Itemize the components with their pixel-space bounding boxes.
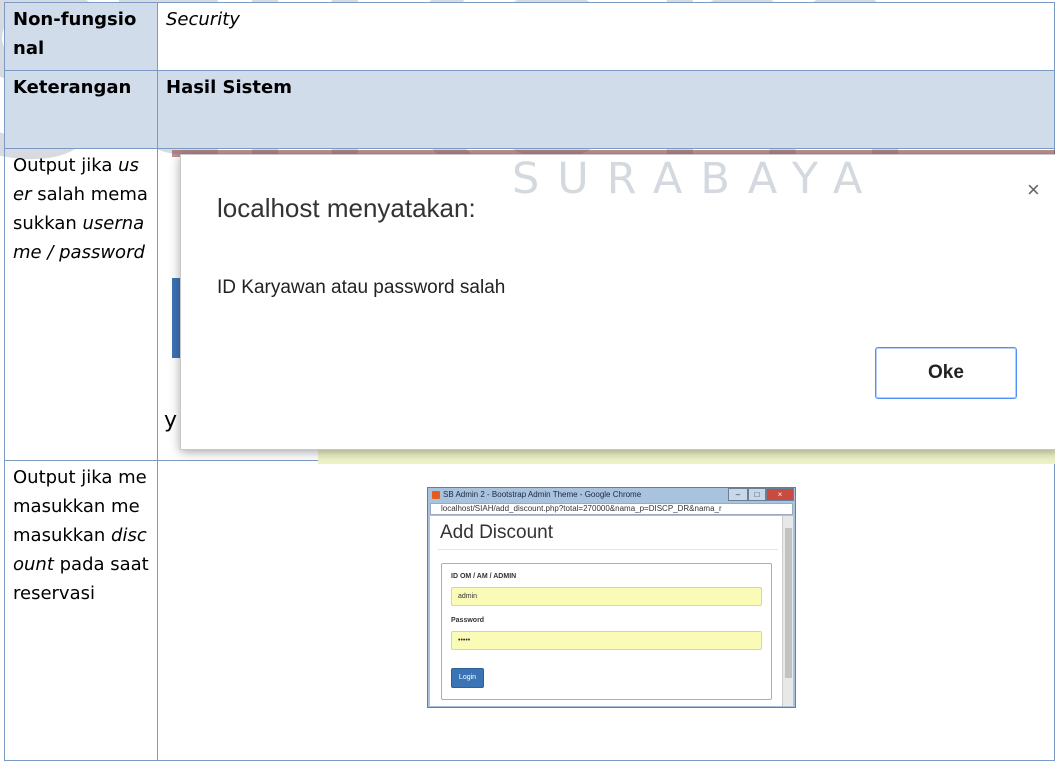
dialog-message: ID Karyawan atau password salah: [217, 277, 506, 298]
subheader-label: Keterangan: [4, 70, 158, 149]
header-row: Non-fungsional Security: [4, 2, 1055, 71]
login-button[interactable]: Login: [451, 668, 484, 688]
divider: [438, 549, 778, 550]
alert-dialog: localhost menyatakan: × ID Karyawan atau…: [180, 154, 1055, 450]
login-panel: ID OM / AM / ADMIN admin Password ••••• …: [441, 563, 772, 700]
chrome-app-icon: [432, 491, 440, 499]
row-description: Output jika user salah memasukkan userna…: [4, 148, 158, 461]
dialog-title: localhost menyatakan:: [217, 193, 476, 223]
page-content: Add Discount ID OM / AM / ADMIN admin Pa…: [430, 516, 782, 706]
id-label: ID OM / AM / ADMIN: [451, 573, 517, 580]
ok-button[interactable]: Oke: [875, 347, 1017, 399]
window-title: SB Admin 2 - Bootstrap Admin Theme - Goo…: [443, 490, 642, 499]
row-description: Output jika memasukkan memasukkan discou…: [4, 460, 158, 761]
password-input[interactable]: •••••: [451, 631, 762, 650]
header-value: Security: [157, 2, 1055, 71]
close-icon[interactable]: ×: [1027, 177, 1040, 203]
minimize-icon[interactable]: –: [728, 488, 748, 501]
browser-window: SB Admin 2 - Bootstrap Admin Theme - Goo…: [427, 487, 796, 708]
desc-text: Output jika: [13, 155, 119, 176]
subheader-row: Keterangan Hasil Sistem: [4, 70, 1055, 149]
password-label: Password: [451, 617, 485, 624]
background-text: y: [164, 408, 178, 433]
address-bar[interactable]: localhost/SIAH/add_discount.php?total=27…: [430, 503, 793, 515]
alert-screenshot: y localhost menyatakan: × ID Karyawan at…: [158, 150, 1055, 464]
page-title: Add Discount: [440, 522, 554, 543]
scrollbar-thumb[interactable]: [785, 528, 792, 678]
maximize-icon[interactable]: □: [748, 488, 766, 501]
scrollbar[interactable]: [782, 516, 793, 706]
window-titlebar: SB Admin 2 - Bootstrap Admin Theme - Goo…: [428, 488, 795, 503]
subheader-value: Hasil Sistem: [157, 70, 1055, 149]
close-icon[interactable]: ×: [766, 488, 794, 501]
header-label: Non-fungsional: [4, 2, 158, 71]
id-input[interactable]: admin: [451, 587, 762, 606]
